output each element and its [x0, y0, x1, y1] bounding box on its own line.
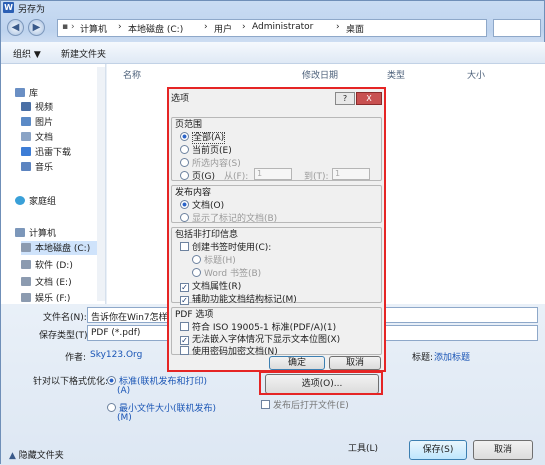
pdf-options-header: PDF 选项	[175, 310, 214, 320]
close-icon[interactable]: X	[356, 92, 382, 105]
homegroup-icon	[15, 196, 25, 205]
breadcrumb-users[interactable]: 用户	[214, 22, 232, 35]
music-icon	[21, 162, 31, 171]
encrypt-password-checkbox[interactable]: 使用密码加密文档(N)	[180, 344, 278, 357]
from-label: 从(F):	[224, 172, 249, 182]
range-current-radio[interactable]: 当前页(E)	[180, 143, 232, 156]
breadcrumb-sep-icon: ›	[118, 22, 122, 32]
optimize-label: 针对以下格式优化:	[33, 377, 109, 387]
save-as-window: W 另存为 ◀ ▶ ▪ › 计算机 › 本地磁盘 (C:) › 用户 › Adm…	[0, 0, 545, 465]
save-button[interactable]: 保存(S)	[409, 440, 467, 460]
computer-icon	[15, 228, 25, 237]
sidebar-item-video[interactable]: 视频	[21, 100, 53, 114]
pdf-options-group: PDF 选项 符合 ISO 19005-1 标准(PDF/A)(1) ✓ 无法嵌入…	[171, 307, 382, 357]
document-icon	[21, 132, 31, 141]
filename-label: 文件名(N):	[43, 313, 87, 323]
breadcrumb-admin[interactable]: Administrator	[252, 22, 313, 32]
sidebar-item-computer[interactable]: 计算机	[15, 226, 56, 240]
optimize-standard-accel: (A)	[117, 386, 131, 396]
document-properties-checkbox[interactable]: ✓ 文档属性(R)	[180, 279, 241, 292]
options-button-highlight	[259, 371, 383, 395]
back-arrow-icon[interactable]: ◀	[7, 19, 24, 36]
breadcrumb-sep-icon: ›	[242, 22, 246, 32]
to-spinner[interactable]: 1	[332, 168, 370, 180]
optimize-minimum-accel: (M)	[117, 413, 132, 423]
range-pages-radio[interactable]: 页(G)	[180, 169, 215, 182]
filetype-label: 保存类型(T):	[39, 331, 91, 341]
navigation-pane: 库 视频 图片 文档 迅雷下载 音乐 家庭组 计算机 本地磁盘 (C:) 软件 …	[1, 64, 106, 304]
sidebar-item-homegroup[interactable]: 家庭组	[15, 194, 56, 208]
library-icon	[15, 88, 25, 97]
sidebar-item-documents[interactable]: 文档	[21, 130, 53, 144]
video-icon	[21, 102, 31, 111]
drive-icon	[21, 260, 31, 269]
sidebar-scrollbar[interactable]	[97, 67, 105, 301]
drive-icon	[21, 277, 31, 286]
add-title-link[interactable]: 添加标题	[434, 350, 470, 363]
publish-markup-radio[interactable]: 显示了标记的文档(B)	[180, 211, 277, 224]
to-label: 到(T):	[304, 172, 329, 182]
sidebar-item-drive-d[interactable]: 软件 (D:)	[21, 258, 73, 272]
publish-document-radio[interactable]: 文档(O)	[180, 198, 224, 211]
author-label: 作者:	[65, 353, 87, 363]
sidebar-item-thunder[interactable]: 迅雷下载	[21, 145, 71, 159]
new-folder-button[interactable]: 新建文件夹	[61, 47, 106, 60]
breadcrumb-sep-icon: ›	[336, 22, 340, 32]
collapse-arrow-icon: ▲	[9, 451, 19, 461]
dialog-cancel-button[interactable]: 取消	[329, 356, 381, 370]
window-title: 另存为	[18, 5, 46, 15]
sidebar-item-library[interactable]: 库	[15, 86, 38, 100]
breadcrumb-desktop[interactable]: 桌面	[346, 22, 364, 35]
options-dialog: 选项 ? X 页范围 全部(A) 当前页(E) 所选内容(S) 页(G) 从(F…	[167, 87, 386, 372]
dialog-title: 选项	[171, 94, 190, 104]
title-bar: W 另存为	[1, 1, 545, 15]
sidebar-item-pictures[interactable]: 图片	[21, 115, 53, 129]
open-after-publish-checkbox[interactable]: 发布后打开文件(E)	[261, 398, 349, 411]
thunder-download-icon	[21, 147, 31, 156]
breadcrumb-drive-c[interactable]: 本地磁盘 (C:)	[128, 22, 183, 35]
from-spinner[interactable]: 1	[254, 168, 292, 180]
bookmark-word-radio[interactable]: Word 书签(B)	[192, 266, 261, 279]
drive-icon	[21, 293, 31, 302]
publish-header: 发布内容	[175, 188, 212, 198]
nonprint-header: 包括非打印信息	[175, 230, 239, 240]
hide-folders-toggle[interactable]: ▲ 隐藏文件夹	[9, 448, 64, 461]
sidebar-item-drive-c[interactable]: 本地磁盘 (C:)	[21, 241, 103, 255]
ok-button[interactable]: 确定	[269, 356, 325, 370]
breadcrumb[interactable]: ▪ › 计算机 › 本地磁盘 (C:) › 用户 › Administrator…	[57, 19, 487, 37]
tag-label: 标题:	[412, 353, 434, 363]
organize-button[interactable]: 组织 ▼	[13, 47, 41, 60]
word-app-icon: W	[3, 2, 14, 13]
page-range-group: 页范围 全部(A) 当前页(E) 所选内容(S) 页(G) 从(F): 1 到(…	[171, 117, 382, 182]
bookmark-headings-radio[interactable]: 标题(H)	[192, 253, 236, 266]
page-range-header: 页范围	[175, 120, 203, 130]
sidebar-item-drive-e[interactable]: 文档 (E:)	[21, 275, 72, 289]
column-type[interactable]: 类型	[387, 68, 405, 81]
sidebar-item-drive-f[interactable]: 娱乐 (F:)	[21, 291, 70, 305]
folder-icon: ▪ ›	[62, 22, 75, 32]
cancel-button[interactable]: 取消	[473, 440, 533, 460]
range-selection-radio[interactable]: 所选内容(S)	[180, 156, 241, 169]
forward-arrow-icon[interactable]: ▶	[28, 19, 45, 36]
structure-tags-checkbox[interactable]: ✓ 辅助功能文档结构标记(M)	[180, 292, 297, 305]
drive-icon	[21, 243, 31, 252]
tools-button[interactable]: 工具(L)	[335, 440, 391, 460]
search-input[interactable]	[493, 19, 541, 37]
publish-content-group: 发布内容 文档(O) 显示了标记的文档(B)	[171, 185, 382, 224]
help-button[interactable]: ?	[335, 92, 355, 105]
column-size[interactable]: 大小	[467, 68, 485, 81]
create-bookmarks-checkbox[interactable]: 创建书签时使用(C):	[180, 240, 271, 253]
sidebar-item-music[interactable]: 音乐	[21, 160, 53, 174]
range-all-radio[interactable]: 全部(A)	[180, 130, 226, 144]
nonprint-info-group: 包括非打印信息 创建书签时使用(C): 标题(H) Word 书签(B) ✓ 文档…	[171, 227, 382, 305]
breadcrumb-computer[interactable]: 计算机	[80, 22, 107, 35]
toolbar: 组织 ▼ 新建文件夹	[1, 42, 545, 64]
picture-icon	[21, 117, 31, 126]
breadcrumb-sep-icon: ›	[204, 22, 208, 32]
column-name[interactable]: 名称	[123, 68, 141, 81]
author-value[interactable]: Sky123.Org	[90, 350, 142, 360]
address-bar: ◀ ▶ ▪ › 计算机 › 本地磁盘 (C:) › 用户 › Administr…	[7, 16, 541, 40]
column-modified[interactable]: 修改日期	[302, 68, 338, 81]
